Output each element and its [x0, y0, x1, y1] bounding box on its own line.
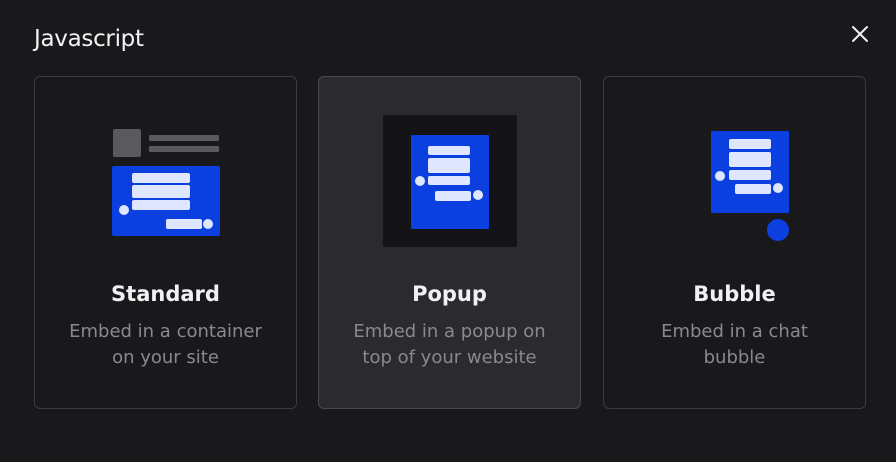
close-icon — [852, 26, 868, 42]
option-title-popup: Popup — [412, 282, 487, 306]
option-card-popup[interactable]: Popup Embed in a popup on top of your we… — [318, 76, 581, 409]
option-title-bubble: Bubble — [693, 282, 776, 306]
option-description-bubble: Embed in a chat bubble — [661, 321, 808, 368]
option-card-bubble[interactable]: Bubble Embed in a chat bubble — [603, 76, 866, 409]
option-description-standard: Embed in a container on your site — [69, 321, 262, 368]
option-description-popup: Embed in a popup on top of your website — [353, 321, 546, 368]
close-button[interactable] — [846, 20, 874, 48]
dialog-title: Javascript — [34, 26, 144, 52]
popup-embed-icon — [319, 77, 580, 267]
option-card-standard[interactable]: Standard Embed in a container on your si… — [34, 76, 297, 409]
standard-embed-icon — [35, 77, 296, 267]
option-title-standard: Standard — [111, 282, 220, 306]
javascript-embed-dialog: Javascript Standard Embed in a container — [0, 0, 896, 462]
bubble-embed-icon — [604, 77, 865, 267]
